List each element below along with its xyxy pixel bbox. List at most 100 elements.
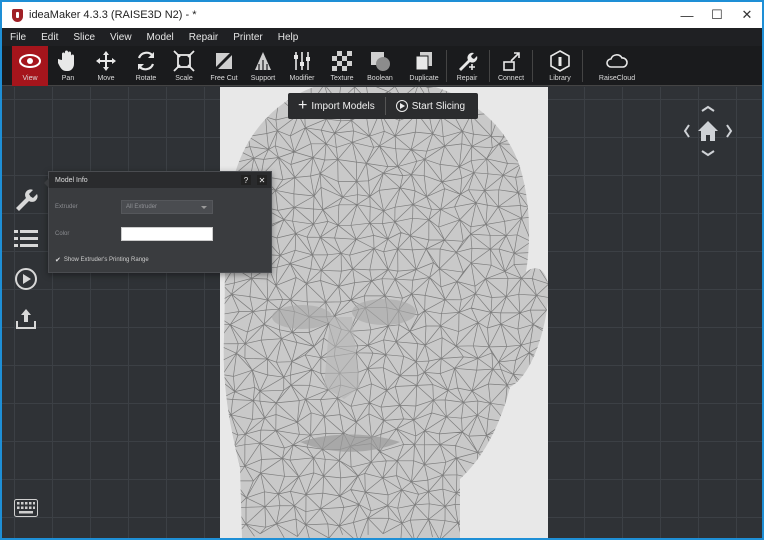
toolbar-separator (532, 50, 533, 82)
upload-icon (16, 309, 36, 329)
move-arrows-icon (94, 49, 118, 73)
rotate-up-icon (701, 105, 715, 112)
raisecloud-label: RaiseCloud (598, 75, 636, 82)
model-list-button[interactable] (8, 219, 44, 259)
free-cut-icon (212, 49, 236, 73)
maximize-button[interactable]: ☐ (702, 2, 732, 28)
modifier-sliders-icon (290, 49, 314, 73)
app-logo-icon (12, 8, 23, 22)
extruder-row: Extruder All Extruder (55, 200, 213, 214)
repair-label: Repair (456, 75, 478, 82)
menu-edit[interactable]: Edit (41, 32, 58, 43)
toolbar-separator (582, 50, 583, 82)
view-navigator[interactable] (682, 105, 734, 157)
window-controls: — ☐ ✕ (672, 2, 762, 28)
library-label: Library (549, 75, 571, 82)
pan-label: Pan (61, 75, 75, 82)
view-tool-button[interactable]: View (12, 46, 48, 86)
3d-viewport[interactable]: + Import Models Start Slicing Model Info… (2, 87, 762, 538)
help-button[interactable]: ? (241, 175, 251, 185)
cloud-icon (605, 49, 629, 73)
plus-icon: + (298, 97, 308, 114)
texture-label: Texture (330, 75, 354, 82)
close-window-button[interactable]: ✕ (732, 2, 762, 28)
start-slicing-label: Start Slicing (411, 100, 466, 112)
move-label: Move (97, 75, 115, 82)
keyboard-shortcuts-button[interactable] (14, 499, 38, 517)
model-render-area[interactable] (220, 87, 548, 538)
settings-wrench-button[interactable] (8, 179, 44, 219)
free-cut-tool-button[interactable]: Free Cut (206, 46, 242, 86)
extruder-label: Extruder (55, 204, 78, 210)
connect-label: Connect (497, 75, 525, 82)
import-models-label: Import Models (311, 100, 375, 112)
play-circle-icon (395, 100, 408, 112)
move-tool-button[interactable]: Move (90, 46, 122, 86)
list-icon (14, 230, 38, 247)
panel-title: Model Info (55, 176, 88, 184)
library-icon (548, 49, 572, 73)
modifier-label: Modifier (289, 75, 315, 82)
show-range-checkbox[interactable]: ✔ Show Extruder's Printing Range (55, 256, 149, 264)
support-tool-button[interactable]: Support (246, 46, 280, 86)
close-panel-button[interactable]: ✕ (257, 175, 267, 185)
menu-view[interactable]: View (110, 32, 132, 43)
menu-help[interactable]: Help (278, 32, 299, 43)
modifier-tool-button[interactable]: Modifier (286, 46, 318, 86)
library-tool-button[interactable]: Library (542, 46, 578, 86)
connect-tool-button[interactable]: Connect (494, 46, 528, 86)
toolbar: View Pan Move Rotate Scale Free Cut Supp… (2, 46, 762, 86)
texture-tool-button[interactable]: Texture (326, 46, 358, 86)
menu-file[interactable]: File (10, 32, 26, 43)
duplicate-tool-button[interactable]: Duplicate (406, 46, 442, 86)
play-circle-icon (15, 268, 37, 290)
boolean-tool-button[interactable]: Boolean (362, 46, 398, 86)
support-label: Support (250, 75, 276, 82)
toolbar-separator (489, 50, 490, 82)
menu-slice[interactable]: Slice (73, 32, 95, 43)
texture-checker-icon (330, 49, 354, 73)
rotate-left-icon (683, 124, 690, 138)
rotate-right-icon (726, 124, 733, 138)
import-models-button[interactable]: + Import Models (288, 93, 385, 119)
scale-icon (172, 49, 196, 73)
rotate-tool-button[interactable]: Rotate (130, 46, 162, 86)
model-info-panel: Model Info ? ✕ Extruder All Extruder Col… (44, 171, 272, 273)
wrench-plus-icon (455, 49, 479, 73)
keyboard-icon (14, 499, 38, 517)
boolean-icon (368, 49, 392, 73)
app-window: ideaMaker 4.3.3 (RAISE3D N2) - * — ☐ ✕ F… (0, 0, 764, 540)
panel-header: Model Info ? ✕ (49, 172, 271, 188)
duplicate-label: Duplicate (409, 75, 439, 82)
preview-play-button[interactable] (8, 259, 44, 299)
window-title: ideaMaker 4.3.3 (RAISE3D N2) - * (29, 9, 197, 21)
checkmark-icon: ✔ (55, 257, 61, 264)
color-swatch[interactable] (121, 227, 213, 241)
wrench-icon (16, 189, 38, 211)
duplicate-icon (412, 49, 436, 73)
boolean-label: Boolean (367, 75, 393, 82)
free-cut-label: Free Cut (210, 75, 238, 82)
menu-bar: File Edit Slice View Model Repair Printe… (2, 28, 762, 46)
side-toolbar (8, 179, 44, 339)
minimize-button[interactable]: — (672, 2, 702, 28)
wireframe-head-model[interactable] (220, 87, 548, 538)
menu-printer[interactable]: Printer (233, 32, 262, 43)
menu-repair[interactable]: Repair (189, 32, 218, 43)
start-slicing-button[interactable]: Start Slicing (386, 93, 475, 119)
repair-tool-button[interactable]: Repair (450, 46, 484, 86)
rotate-label: Rotate (135, 75, 157, 82)
raisecloud-tool-button[interactable]: RaiseCloud (594, 46, 640, 86)
support-icon (251, 49, 275, 73)
export-button[interactable] (8, 299, 44, 339)
top-action-bar: + Import Models Start Slicing (288, 93, 478, 119)
scale-tool-button[interactable]: Scale (168, 46, 200, 86)
rotate-down-icon (701, 150, 715, 157)
pan-tool-button[interactable]: Pan (52, 46, 84, 86)
scale-label: Scale (175, 75, 193, 82)
rotate-icon (134, 49, 158, 73)
menu-model[interactable]: Model (147, 32, 174, 43)
show-range-row[interactable]: ✔ Show Extruder's Printing Range (55, 256, 149, 264)
extruder-select[interactable]: All Extruder (121, 200, 213, 214)
view-label: View (22, 75, 38, 82)
